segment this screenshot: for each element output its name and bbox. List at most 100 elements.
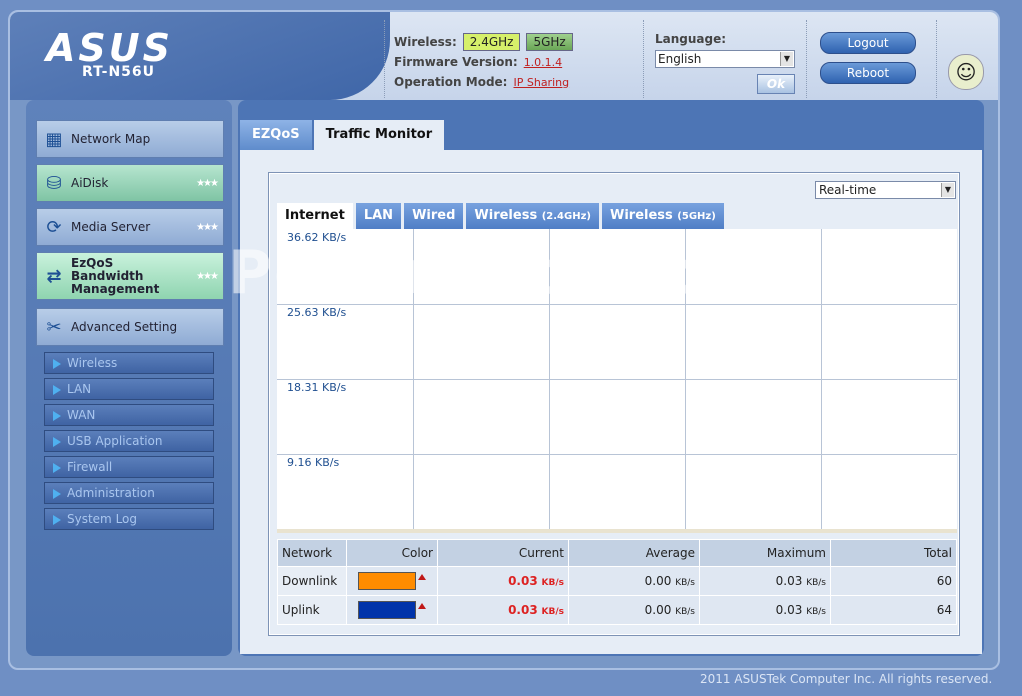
network-cell: Downlink bbox=[277, 566, 347, 596]
menu-label: Network Map bbox=[71, 132, 151, 146]
unit: KB/s bbox=[541, 607, 564, 617]
menu-label: AiDisk bbox=[71, 176, 109, 190]
average-value: 0.00 bbox=[644, 603, 672, 617]
menu-media-server[interactable]: ⟳ Media Server ★★★ bbox=[36, 208, 224, 246]
table-header-row: Network Color Current Average Maximum To… bbox=[277, 539, 957, 567]
divider bbox=[643, 20, 644, 98]
arrow-right-icon bbox=[53, 384, 61, 395]
submenu-label: System Log bbox=[67, 512, 137, 526]
unit: KB/s bbox=[541, 578, 564, 588]
average-value: 0.00 bbox=[644, 574, 672, 588]
chevron-down-icon: ▼ bbox=[941, 183, 954, 197]
band-24ghz-button[interactable]: 2.4GHz bbox=[462, 33, 521, 51]
header: ASUS RT-N56U Wireless: 2.4GHz 5GHz Firmw… bbox=[10, 12, 998, 100]
tab-wired[interactable]: Wired bbox=[404, 203, 464, 229]
wireless-label: Wireless: bbox=[394, 35, 457, 49]
submenu-administration[interactable]: Administration bbox=[44, 482, 214, 504]
stars-icon: ★★★ bbox=[196, 270, 219, 282]
divider bbox=[384, 20, 385, 98]
bandwidth-icon: ⇄ bbox=[46, 265, 62, 287]
arrow-right-icon bbox=[53, 436, 61, 447]
arrow-right-icon bbox=[53, 514, 61, 525]
tab-suffix: (2.4GHz) bbox=[541, 211, 591, 222]
average-cell: 0.00 KB/s bbox=[568, 566, 700, 596]
tab-wireless-5ghz[interactable]: Wireless (5GHz) bbox=[601, 203, 724, 229]
menu-label: EzQoS Bandwidth Management bbox=[71, 255, 160, 296]
tab-ezqos[interactable]: EZQoS bbox=[240, 120, 312, 150]
col-color: Color bbox=[346, 539, 438, 567]
y-axis-label: 25.63 KB/s bbox=[287, 306, 347, 319]
stars-icon: ★★★ bbox=[196, 177, 219, 189]
submenu-label: LAN bbox=[67, 382, 92, 396]
band-5ghz-button[interactable]: 5GHz bbox=[526, 33, 573, 51]
arrow-up-icon bbox=[418, 603, 426, 609]
maximum-cell: 0.03 KB/s bbox=[699, 595, 831, 625]
current-cell: 0.03 KB/s bbox=[437, 566, 569, 596]
unit: KB/s bbox=[806, 578, 826, 588]
tab-label: Wireless bbox=[474, 208, 538, 223]
sidebar: ▦ Network Map ⛁ AiDisk ★★★ ⟳ Media Serve… bbox=[26, 100, 232, 656]
submenu-lan[interactable]: LAN bbox=[44, 378, 214, 400]
traffic-monitor-box: Real-time ▼ Internet LAN Wired Wireless … bbox=[268, 172, 960, 636]
tab-lan[interactable]: LAN bbox=[355, 203, 402, 229]
table-row: Uplink 0.03 KB/s 0.00 KB/s 0.03 KB/s 64 bbox=[277, 595, 957, 625]
submenu-system-log[interactable]: System Log bbox=[44, 508, 214, 530]
color-swatch bbox=[358, 601, 416, 619]
current-value: 0.03 bbox=[508, 603, 538, 617]
tab-suffix: (5GHz) bbox=[677, 211, 716, 222]
color-swatch bbox=[358, 572, 416, 590]
y-axis-label: 36.62 KB/s bbox=[287, 231, 347, 244]
unit: KB/s bbox=[806, 607, 826, 617]
tab-internet[interactable]: Internet bbox=[277, 203, 353, 229]
logout-button[interactable]: Logout bbox=[820, 32, 916, 54]
menu-network-map[interactable]: ▦ Network Map bbox=[36, 120, 224, 158]
tab-wireless-24ghz[interactable]: Wireless (2.4GHz) bbox=[466, 203, 599, 229]
reboot-button[interactable]: Reboot bbox=[820, 62, 916, 84]
footer-copyright: 2011 ASUSTek Computer Inc. All rights re… bbox=[700, 672, 993, 686]
submenu-firewall[interactable]: Firewall bbox=[44, 456, 214, 478]
tab-traffic-monitor[interactable]: Traffic Monitor bbox=[313, 120, 445, 150]
arrow-right-icon bbox=[53, 358, 61, 369]
opmode-link[interactable]: IP Sharing bbox=[513, 76, 569, 89]
media-server-icon: ⟳ bbox=[46, 216, 62, 238]
submenu-label: Firewall bbox=[67, 460, 113, 474]
grid-line bbox=[277, 454, 957, 455]
tab-label: Wireless bbox=[609, 208, 673, 223]
language-label: Language: bbox=[655, 32, 727, 46]
y-axis-label: 9.16 KB/s bbox=[287, 456, 340, 469]
main-content: EZQoS Traffic Monitor Real-time ▼ Intern… bbox=[238, 100, 984, 656]
menu-ezqos[interactable]: ⇄ EzQoS Bandwidth Management ★★★ bbox=[36, 252, 224, 300]
range-select[interactable]: Real-time ▼ bbox=[815, 181, 956, 199]
network-tabs: Internet LAN Wired Wireless (2.4GHz) Wir… bbox=[277, 203, 727, 229]
menu-aidisk[interactable]: ⛁ AiDisk ★★★ bbox=[36, 164, 224, 202]
grid-line bbox=[413, 229, 414, 529]
opmode-label: Operation Mode: bbox=[394, 75, 508, 89]
chevron-down-icon: ▼ bbox=[780, 52, 793, 66]
router-info: Wireless: 2.4GHz 5GHz Firmware Version: … bbox=[394, 32, 573, 92]
language-select[interactable]: English ▼ bbox=[655, 50, 795, 68]
arrow-right-icon bbox=[53, 488, 61, 499]
logo-area: ASUS RT-N56U bbox=[10, 12, 390, 100]
firmware-link[interactable]: 1.0.1.4 bbox=[524, 56, 562, 69]
arrow-right-icon bbox=[53, 410, 61, 421]
average-cell: 0.00 KB/s bbox=[568, 595, 700, 625]
mascot-icon: ☺ bbox=[948, 54, 984, 90]
y-axis-label: 18.31 KB/s bbox=[287, 381, 347, 394]
maximum-value: 0.03 bbox=[775, 574, 803, 588]
current-cell: 0.03 KB/s bbox=[437, 595, 569, 625]
language-ok-button[interactable]: Ok bbox=[757, 74, 795, 94]
menu-advanced-setting[interactable]: ✂ Advanced Setting bbox=[36, 308, 224, 346]
maximum-cell: 0.03 KB/s bbox=[699, 566, 831, 596]
maximum-value: 0.03 bbox=[775, 603, 803, 617]
disk-icon: ⛁ bbox=[46, 172, 62, 194]
submenu-wireless[interactable]: Wireless bbox=[44, 352, 214, 374]
submenu-label: Administration bbox=[67, 486, 155, 500]
submenu-usb-application[interactable]: USB Application bbox=[44, 430, 214, 452]
submenu-wan[interactable]: WAN bbox=[44, 404, 214, 426]
arrow-up-icon bbox=[418, 574, 426, 580]
grid-line bbox=[277, 304, 957, 305]
traffic-graph: 36.62 KB/s 25.63 KB/s 18.31 KB/s 9.16 KB… bbox=[277, 229, 957, 533]
app-frame: ASUS RT-N56U Wireless: 2.4GHz 5GHz Firmw… bbox=[8, 10, 1000, 670]
grid-line bbox=[277, 379, 957, 380]
submenu-label: USB Application bbox=[67, 434, 163, 448]
